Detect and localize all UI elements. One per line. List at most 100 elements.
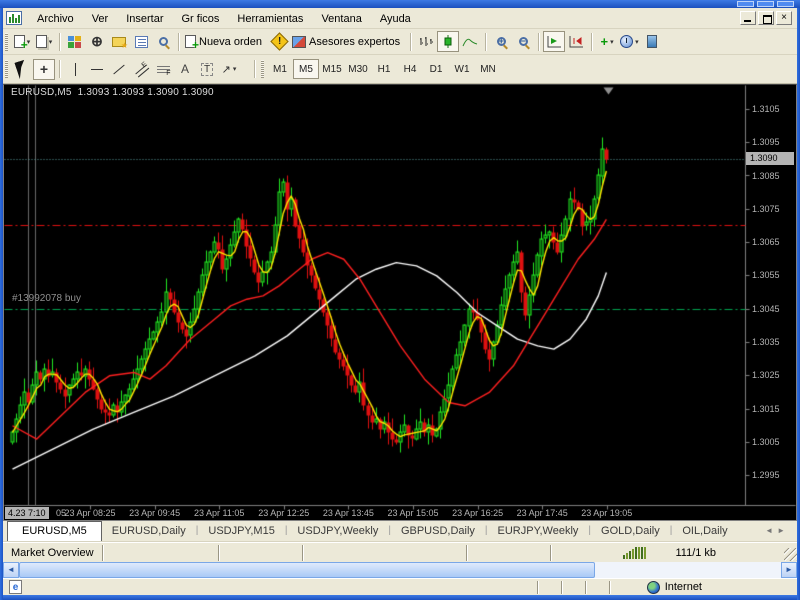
timeframe-w1[interactable]: W1 (449, 59, 475, 79)
time-axis-tick: 23 Apr 15:05 (387, 508, 438, 518)
internet-zone-globe-icon (647, 581, 660, 594)
browser-status-bar: e Internet (3, 578, 797, 595)
chart-tab-usdjpy-m15[interactable]: USDJPY,M15 (198, 521, 284, 541)
timeframe-d1[interactable]: D1 (423, 59, 449, 79)
text-button[interactable]: A (174, 59, 196, 80)
chart-tab-eurusd-daily[interactable]: EURUSD,Daily (102, 521, 196, 541)
menu-herramientas[interactable]: Herramientas (228, 10, 312, 28)
templates-icon (647, 35, 657, 48)
profiles-button[interactable]: ▾ (33, 31, 55, 52)
chart-minimize-button[interactable] (740, 11, 756, 25)
toolbar-grip[interactable] (261, 60, 264, 78)
window-titlebar[interactable] (0, 0, 800, 8)
price-axis-tick: 1.3065 (752, 237, 780, 247)
chart-close-button[interactable]: × (776, 11, 792, 25)
vertical-line-button[interactable] (64, 59, 86, 80)
scrollbar-track[interactable] (595, 562, 781, 578)
toolbar-separator (485, 33, 486, 51)
toolbar-grip[interactable] (5, 60, 8, 78)
horizontal-scrollbar[interactable]: ◄ ► (3, 562, 797, 578)
expert-advisors-button[interactable]: Asesores expertos (290, 31, 406, 52)
zoom-out-button[interactable]: − (512, 31, 534, 52)
chart-restore-button[interactable] (758, 11, 774, 25)
menu-ventana[interactable]: Ventana (312, 10, 370, 28)
scroll-right-button[interactable]: ► (781, 562, 797, 578)
timeframe-h1[interactable]: H1 (371, 59, 397, 79)
timeframe-m30[interactable]: M30 (345, 59, 371, 79)
internet-zone-label: Internet (665, 581, 702, 593)
alerts-button[interactable]: ! (268, 31, 290, 52)
horizontal-line-button[interactable] (86, 59, 108, 80)
chart-tab-gold-daily[interactable]: GOLD,Daily (591, 521, 670, 541)
new-chart-button[interactable]: +▾ (11, 31, 33, 52)
market-watch-button[interactable] (64, 31, 86, 52)
chart-tab-eurjpy-weekly[interactable]: EURJPY,Weekly (488, 521, 589, 541)
time-axis-tick: 23 Apr 09:45 (129, 508, 180, 518)
candlestick-mode-button[interactable] (437, 31, 459, 52)
tab-scroll-right-icon: ► (777, 526, 789, 535)
status-connection-cell: 111/1 kb (550, 545, 797, 561)
chart-shift-icon (569, 35, 584, 48)
titlebar-minimize-button[interactable] (737, 1, 754, 7)
fibonacci-button[interactable] (152, 59, 174, 80)
price-axis-tick: 1.3015 (752, 404, 780, 414)
menu-ver[interactable]: Ver (83, 10, 118, 28)
data-window-button[interactable] (130, 31, 152, 52)
browser-status-cell (609, 581, 633, 594)
channel-button[interactable] (130, 59, 152, 80)
tab-scroll-arrows[interactable]: ◄► (757, 521, 797, 541)
titlebar-close-button[interactable] (777, 1, 794, 7)
text-label-icon: T (201, 63, 213, 76)
status-cell (466, 545, 550, 561)
indicators-plus-icon: + (601, 34, 609, 49)
toolbar-separator (59, 33, 60, 51)
timeframe-m15[interactable]: M15 (319, 59, 345, 79)
crosshair-button[interactable]: + (33, 59, 55, 80)
periods-button[interactable]: ▾ (618, 31, 641, 52)
line-chart-mode-button[interactable] (459, 31, 481, 52)
templates-button[interactable] (641, 31, 663, 52)
browser-page-icon: e (9, 580, 22, 594)
chart-window-icon (6, 11, 22, 25)
time-axis-tick: 23 Apr 13:45 (323, 508, 374, 518)
timeframe-h4[interactable]: H4 (397, 59, 423, 79)
scrollbar-thumb[interactable] (19, 562, 595, 578)
cursor-button[interactable] (11, 59, 33, 80)
menu-archivo[interactable]: Archivo (28, 10, 83, 28)
timeframe-mn[interactable]: MN (475, 59, 501, 79)
favorites-folder-icon (112, 37, 126, 47)
resize-grip[interactable] (784, 548, 797, 561)
trendline-button[interactable] (108, 59, 130, 80)
tab-scroll-left-icon: ◄ (765, 526, 777, 535)
auto-scroll-button[interactable] (543, 31, 565, 52)
toolbar-grip[interactable] (5, 33, 8, 51)
chart-shift-button[interactable] (565, 31, 587, 52)
candlestick-icon (441, 35, 456, 48)
chart-tab-oil-daily[interactable]: OIL,Daily (672, 521, 737, 541)
time-axis-tick: 23 Apr 12:25 (258, 508, 309, 518)
timeframe-m1[interactable]: M1 (267, 59, 293, 79)
menu-insertar[interactable]: Insertar (117, 10, 172, 28)
strategy-tester-button[interactable] (152, 31, 174, 52)
fibonacci-icon (157, 64, 170, 75)
chart-tab-gbpusd-daily[interactable]: GBPUSD,Daily (391, 521, 485, 541)
arrows-button[interactable]: ↗▾ (218, 59, 240, 80)
new-order-button[interactable]: +Nueva orden (183, 31, 268, 52)
menu-ayuda[interactable]: Ayuda (371, 10, 420, 28)
bar-chart-mode-button[interactable] (415, 31, 437, 52)
scroll-left-button[interactable]: ◄ (3, 562, 19, 578)
chart-tab-eurusd-m5[interactable]: EURUSD,M5 (7, 521, 102, 541)
menu-gr-ficos[interactable]: Gr ficos (173, 10, 229, 28)
text-label-button[interactable]: T (196, 59, 218, 80)
arrow-shapes-icon: ↗ (222, 63, 231, 76)
zoom-in-button[interactable]: + (490, 31, 512, 52)
price-chart-canvas[interactable] (4, 85, 796, 520)
auto-scroll-icon (547, 35, 562, 48)
timeframe-m5[interactable]: M5 (293, 59, 319, 79)
data-window-icon (135, 36, 148, 48)
indicators-button[interactable]: +▾ (596, 31, 618, 52)
chart-tab-usdjpy-weekly[interactable]: USDJPY,Weekly (287, 521, 388, 541)
titlebar-restore-button[interactable] (757, 1, 774, 7)
navigator-button[interactable]: ⊕ (86, 31, 108, 52)
favorites-button[interactable] (108, 31, 130, 52)
